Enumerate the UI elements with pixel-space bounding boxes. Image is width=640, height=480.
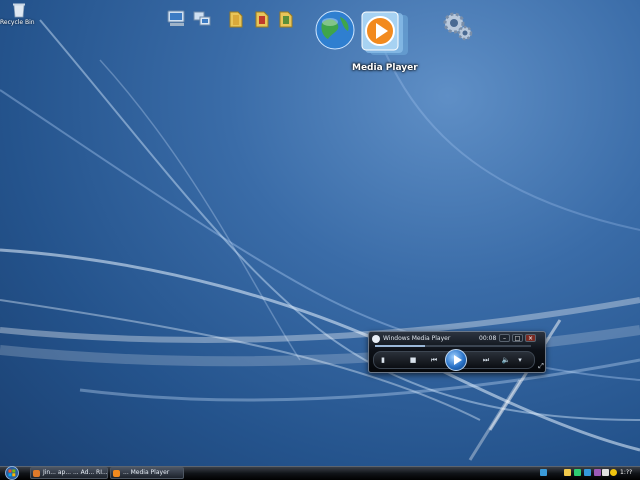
play-button[interactable] <box>445 349 467 371</box>
language-icon[interactable] <box>540 469 547 476</box>
previous-button[interactable]: ⏮ <box>426 356 442 365</box>
media-player-icon <box>113 470 120 477</box>
dock-media-player[interactable] <box>360 11 410 59</box>
taskbar-button-2[interactable]: ... Media Player <box>110 467 184 479</box>
volume-dropdown-icon[interactable]: ▾ <box>516 356 524 365</box>
security-icon[interactable] <box>564 469 571 476</box>
dock-folder-1[interactable] <box>228 9 244 29</box>
computer-icon <box>167 10 185 26</box>
dock-folder-2[interactable] <box>254 9 270 29</box>
bluetooth-icon[interactable] <box>584 469 591 476</box>
network-tray-icon[interactable] <box>574 469 581 476</box>
power-icon[interactable] <box>610 469 617 476</box>
media-player-title: Windows Media Player <box>383 335 451 342</box>
globe-icon <box>315 10 355 50</box>
next-button[interactable]: ⏭ <box>478 356 494 365</box>
folder-icon <box>279 11 293 28</box>
expand-icon[interactable]: ⤢ <box>537 362 545 371</box>
dock-settings[interactable] <box>440 10 474 42</box>
taskbar-button-label: Jin... ap... ... Ad... RI... <box>43 469 108 476</box>
volume-tray-icon[interactable] <box>602 469 609 476</box>
dock-computer[interactable] <box>166 9 188 29</box>
taskbar-button-label: ... Media Player <box>123 469 170 476</box>
stop-button[interactable]: ■ <box>408 356 418 365</box>
app-icon <box>33 470 40 477</box>
dock-folder-3[interactable] <box>278 9 294 29</box>
media-player-window[interactable]: Windows Media Player 00:08 – □ × ▮ ■ ⏮ ⏭… <box>368 331 546 373</box>
minimize-button[interactable]: – <box>499 334 510 342</box>
app-tray-icon[interactable] <box>594 469 601 476</box>
close-button[interactable]: × <box>525 334 536 342</box>
network-icon <box>193 11 211 26</box>
media-player-icon <box>361 11 408 55</box>
start-button[interactable] <box>4 466 20 480</box>
recycle-bin-label: Recycle Bin <box>0 19 35 26</box>
folder-icon <box>229 11 243 28</box>
recycle-bin[interactable]: Recycle Bin <box>0 2 35 26</box>
dock-internet[interactable] <box>314 9 356 51</box>
restore-button[interactable]: □ <box>512 334 523 342</box>
media-player-time: 00:08 <box>479 335 497 342</box>
seek-bar-progress <box>375 345 425 347</box>
desktop-wallpaper <box>0 19 640 461</box>
seek-bar[interactable] <box>375 345 531 347</box>
folder-icon <box>255 11 269 28</box>
gear-icon <box>443 12 473 41</box>
media-player-logo-icon <box>372 335 380 343</box>
dock-network[interactable] <box>192 9 212 29</box>
volume-button[interactable]: 🔈 <box>500 356 512 365</box>
clock[interactable]: 1:?? <box>620 467 632 479</box>
view-toggle-icon[interactable]: ▮ <box>378 356 388 365</box>
dock-hover-label: Media Player <box>352 63 418 73</box>
taskbar-button-1[interactable]: Jin... ap... ... Ad... RI... <box>30 467 108 479</box>
recycle-bin-icon <box>13 3 25 18</box>
